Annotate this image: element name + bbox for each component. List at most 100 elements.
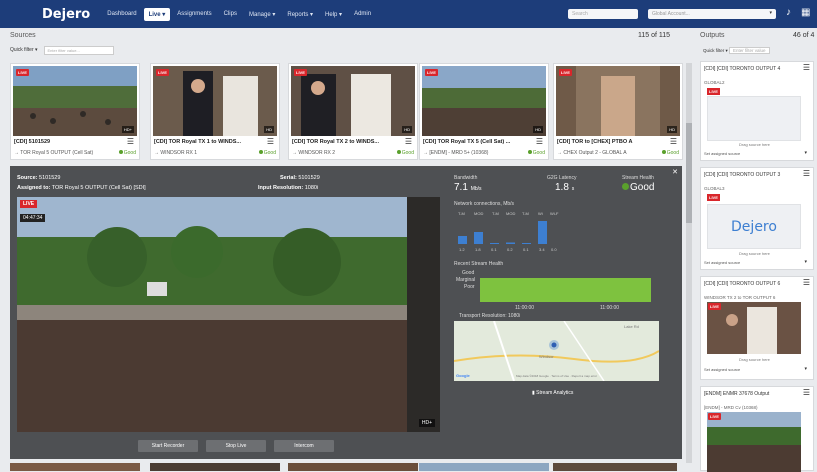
- live-badge: LIVE: [559, 69, 572, 76]
- net-label: T-M: [522, 211, 529, 216]
- account-select[interactable]: Global Account... ▾: [648, 9, 776, 19]
- net-label: MOD: [474, 211, 483, 216]
- output-field: GLOBAL3: [704, 186, 725, 191]
- source-card-title: [CDI] 5101529: [14, 139, 51, 145]
- location-map[interactable]: Lake Rd Windsor Google Map data ©2018 Go…: [454, 321, 659, 381]
- status-good: Good: [258, 150, 276, 156]
- nav-live[interactable]: Live ▾: [143, 7, 171, 21]
- output-card[interactable]: [ENDM] ENMR 37678 Output ☰ [ENDM] - MRD …: [700, 386, 814, 472]
- live-badge: LIVE: [20, 200, 38, 208]
- source-card-title: [CDI] TOR Royal TX 2 to WINDS...: [292, 139, 379, 145]
- map-attribution[interactable]: Map data ©2018 Google · Terms of Use · R…: [516, 374, 597, 378]
- source-thumbnail: LIVE HD+: [13, 66, 137, 136]
- live-badge: LIVE: [707, 88, 720, 95]
- output-card[interactable]: [CDI] [CDI] TORONTO OUTPUT 4 ☰ GLOBAL2 L…: [700, 61, 814, 161]
- hamburger-icon[interactable]: ☰: [803, 169, 810, 178]
- detail-source: Source: 5101529: [17, 175, 61, 181]
- net-bar: [522, 243, 531, 244]
- source-card-assignment: → WINDSOR RX 1: [154, 150, 198, 156]
- hamburger-icon[interactable]: ☰: [670, 137, 677, 146]
- chevron-down-icon: ▾: [804, 259, 807, 265]
- dejero-logo[interactable]: Dejero: [42, 7, 90, 22]
- source-card-title: [CDI] TOR Royal TX 1 to WINDS...: [154, 139, 241, 145]
- output-preview: LIVE: [707, 302, 801, 354]
- status-good: Good: [661, 150, 679, 156]
- crowd-image: [13, 66, 137, 136]
- chapel-image: [556, 66, 680, 136]
- hamburger-icon[interactable]: ☰: [803, 63, 810, 72]
- stream-analytics-link[interactable]: ▮ Stream Analytics: [532, 390, 573, 396]
- chart-icon: ▮: [532, 390, 535, 396]
- assigned-source-select[interactable]: Set assigned source: [704, 151, 740, 156]
- nav-help[interactable]: Help ▾: [320, 8, 347, 21]
- close-icon[interactable]: ✕: [672, 168, 678, 176]
- nav-clips[interactable]: Clips: [219, 8, 242, 20]
- chevron-down-icon: ▾: [804, 366, 807, 372]
- net-bar: [458, 236, 467, 244]
- crowd-image: [422, 66, 546, 136]
- hamburger-icon[interactable]: ☰: [536, 137, 543, 146]
- source-card-partial[interactable]: [553, 463, 677, 471]
- source-card[interactable]: LIVE HD [CDI] TOR Royal TX 5 (Cell Sat) …: [419, 63, 549, 160]
- status-good: Good: [396, 150, 414, 156]
- health-time: 11:00:00: [515, 305, 535, 311]
- network-title: Network connections, Mb/s: [454, 201, 515, 207]
- nav-assignments[interactable]: Assignments: [172, 8, 216, 20]
- sources-title: Sources: [10, 32, 36, 39]
- output-card[interactable]: [CDI] [CDI] TORONTO OUTPUT 6 ☰ WINDSOR T…: [700, 276, 814, 380]
- sources-scrollbar[interactable]: [686, 63, 692, 463]
- source-thumbnail: LIVE HD: [291, 66, 415, 136]
- output-card-title: [ENDM] ENMR 37678 Output: [704, 391, 770, 397]
- nav-reports[interactable]: Reports ▾: [282, 8, 318, 21]
- source-card-assignment: → CHEX Output 2 - GLOBAL A: [557, 150, 627, 156]
- source-card[interactable]: LIVE HD [CDI] TOR Royal TX 1 to WINDS...…: [150, 63, 280, 160]
- source-card[interactable]: LIVE HD [CDI] TOR Royal TX 2 to WINDS...…: [288, 63, 418, 160]
- hamburger-icon[interactable]: ☰: [405, 137, 412, 146]
- net-bar: [538, 221, 547, 244]
- live-duration: 04:47:34: [20, 214, 46, 222]
- stop-live-button[interactable]: Stop Live: [206, 440, 266, 452]
- hamburger-icon[interactable]: ☰: [267, 137, 274, 146]
- hamburger-icon[interactable]: ☰: [803, 278, 810, 287]
- intercom-button[interactable]: Intercom: [274, 440, 334, 452]
- outputs-quick-filter[interactable]: Quick filter ▾: [703, 48, 728, 53]
- source-card[interactable]: LIVE HD [CDI] TOR to [CHEX] PTBO A ☰ → C…: [553, 63, 683, 160]
- recent-health-title: Recent Stream Health: [454, 261, 504, 267]
- source-card[interactable]: LIVE HD+ [CDI] 5101529 ☰ → TOR Royal 5 O…: [10, 63, 140, 160]
- source-thumbnail: LIVE HD: [422, 66, 546, 136]
- net-value: 1.2: [459, 247, 465, 252]
- source-card-partial[interactable]: [288, 463, 418, 471]
- nav-manage[interactable]: Manage ▾: [244, 8, 280, 21]
- map-graphic: [454, 321, 659, 381]
- net-label: T-M: [458, 211, 465, 216]
- net-bar: [506, 242, 515, 244]
- video-player[interactable]: LIVE 04:47:34 HD+: [17, 197, 440, 432]
- health-level-poor: Poor: [464, 284, 475, 290]
- drop-zone[interactable]: [707, 96, 801, 141]
- source-card-partial[interactable]: [10, 463, 140, 471]
- nav-admin[interactable]: Admin: [349, 8, 376, 20]
- dejero-output-preview[interactable]: Dejero: [707, 204, 801, 249]
- outputs-filter-input[interactable]: Enter filter value: [729, 47, 770, 54]
- menu-grid-icon[interactable]: ▦: [801, 7, 811, 19]
- nav-dashboard[interactable]: Dashboard: [102, 8, 141, 20]
- output-card[interactable]: [CDI] [CDI] TORONTO OUTPUT 3 ☰ GLOBAL3 L…: [700, 167, 814, 270]
- chevron-down-icon: ▾: [804, 150, 807, 156]
- hamburger-icon[interactable]: ☰: [803, 388, 810, 397]
- sources-filter-input[interactable]: Enter filter value...: [43, 45, 114, 55]
- assigned-source-select[interactable]: Set assigned source: [704, 260, 740, 265]
- source-card-title: [CDI] TOR to [CHEX] PTBO A: [557, 139, 633, 145]
- health-time: 11:00:00: [600, 305, 620, 311]
- nav-search-input[interactable]: Search: [568, 9, 638, 19]
- outputs-filter-bar: Quick filter ▾ Enter filter value: [703, 47, 770, 54]
- assigned-source-select[interactable]: Set assigned source: [704, 367, 740, 372]
- source-card-partial[interactable]: [419, 463, 549, 471]
- hd-badge: HD+: [418, 419, 435, 427]
- start-recorder-button[interactable]: Start Recorder: [138, 440, 198, 452]
- scrollbar-thumb[interactable]: [686, 123, 692, 223]
- bell-icon[interactable]: ♪: [786, 7, 796, 19]
- sources-filter-bar: Quick filter ▾ Enter filter value...: [10, 44, 114, 56]
- hamburger-icon[interactable]: ☰: [127, 137, 134, 146]
- source-card-partial[interactable]: [150, 463, 280, 471]
- quick-filter-dropdown[interactable]: Quick filter ▾: [10, 47, 38, 53]
